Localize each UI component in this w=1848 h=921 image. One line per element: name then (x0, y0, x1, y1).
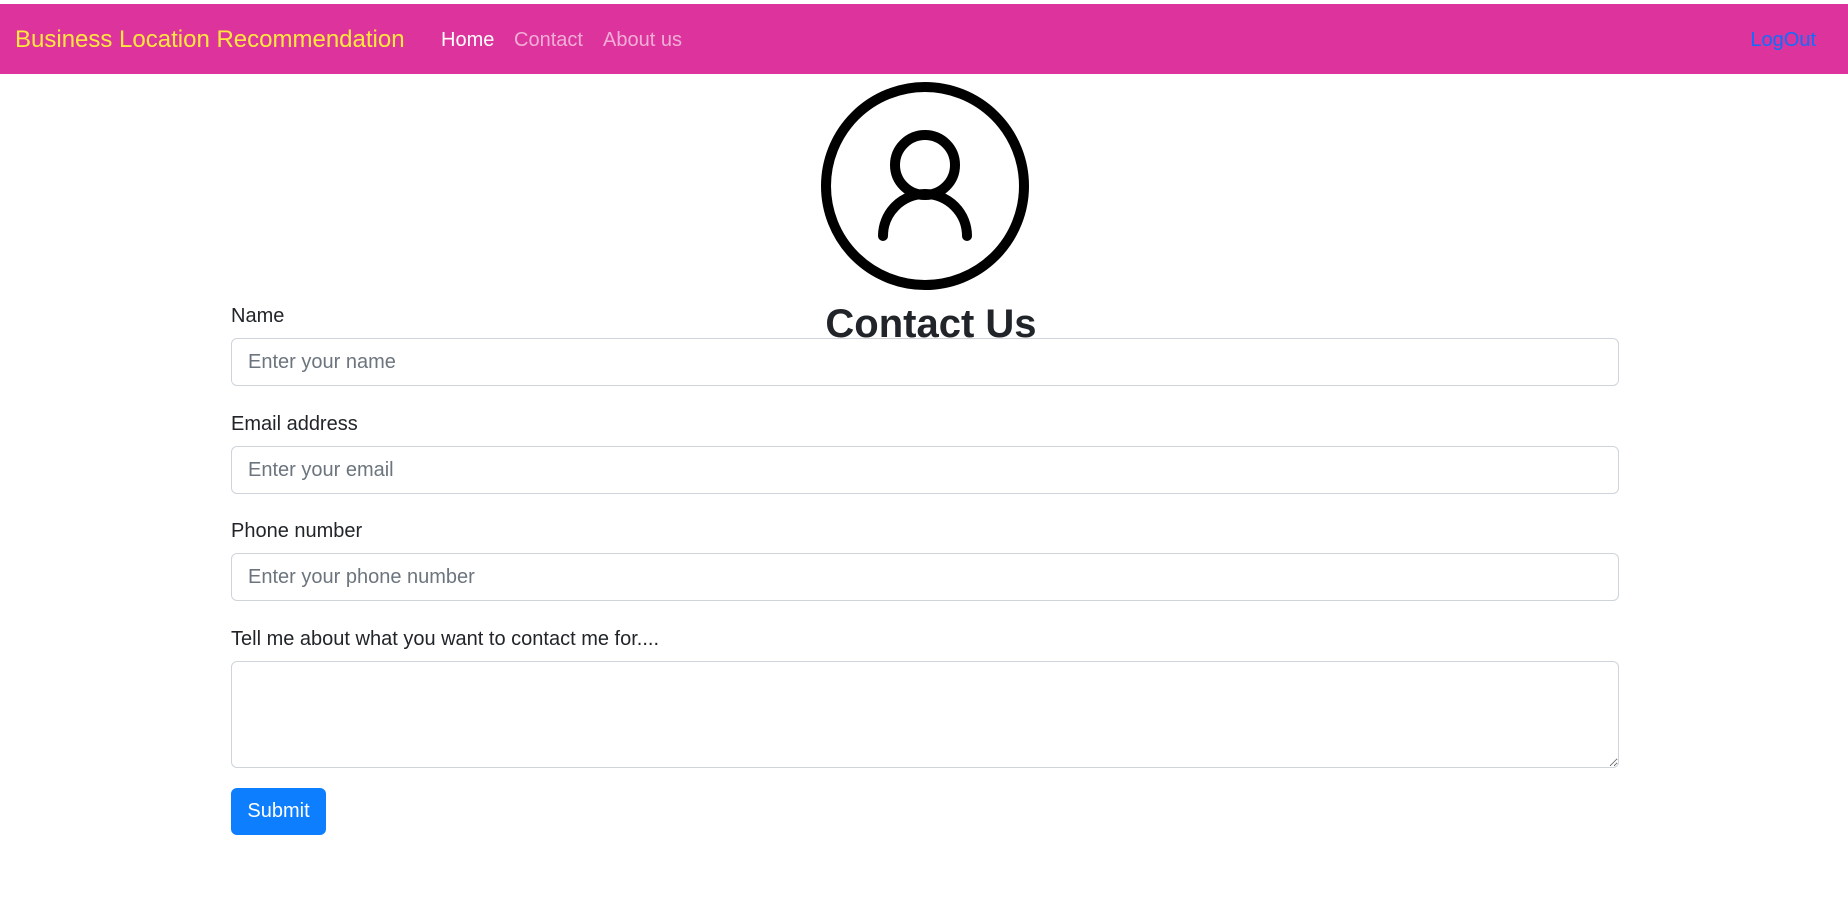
nav-link-contact[interactable]: Contact (514, 28, 583, 52)
logout-link[interactable]: LogOut (1750, 28, 1816, 52)
email-label: Email address (231, 413, 358, 435)
brand-link[interactable]: Business Location Recommendation (15, 26, 405, 54)
nav-link-home[interactable]: Home (441, 28, 494, 52)
submit-button[interactable]: Submit (231, 788, 326, 835)
nav-link-about-us[interactable]: About us (603, 28, 682, 52)
email-input[interactable] (231, 446, 1619, 494)
message-label: Tell me about what you want to contact m… (231, 628, 659, 650)
phone-label: Phone number (231, 520, 363, 542)
message-textarea[interactable] (231, 661, 1619, 768)
phone-input[interactable] (231, 553, 1619, 601)
user-circle-icon (821, 82, 1029, 290)
navbar: Business Location Recommendation Home Co… (0, 4, 1848, 74)
page-title: Contact Us (825, 302, 1037, 346)
